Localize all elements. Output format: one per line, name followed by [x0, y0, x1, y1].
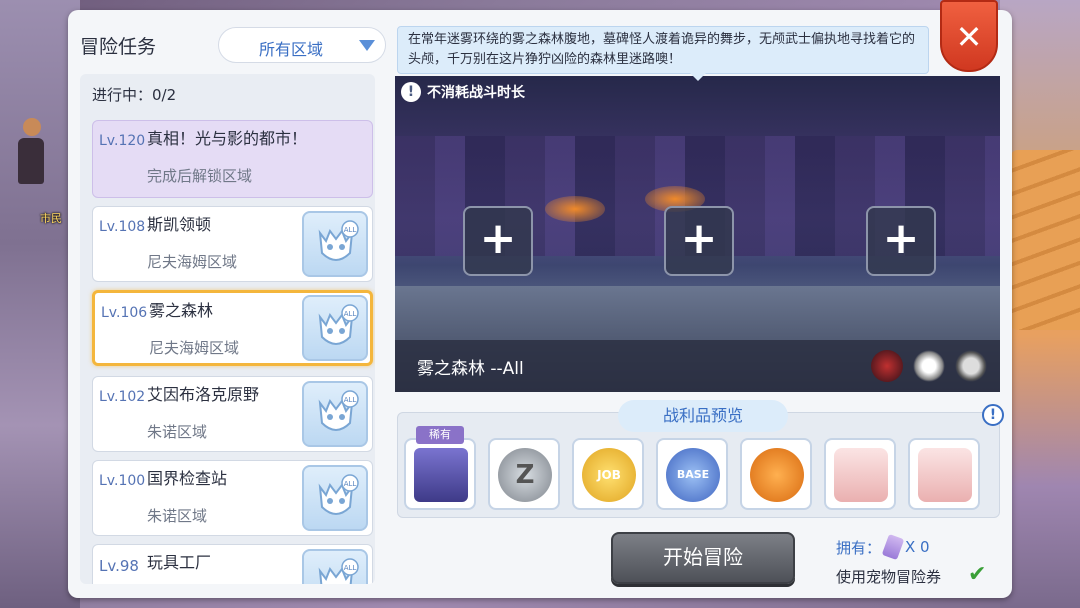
difficulty-label: ALL	[344, 564, 357, 572]
map-preview: ! 不消耗战斗时长 + + + 雾之森林 --All	[395, 76, 1000, 392]
quest-level: Lv.120	[99, 133, 146, 149]
quest-level: Lv.102	[99, 389, 146, 405]
difficulty-label: ALL	[344, 396, 357, 404]
chevron-down-icon	[359, 40, 375, 51]
party-slot-2[interactable]: +	[664, 206, 734, 276]
quest-level: Lv.98	[99, 557, 139, 575]
ticket-icon	[881, 533, 905, 561]
quest-area: 朱诺区域	[147, 507, 208, 525]
quest-item-selected[interactable]: Lv.106 雾之森林 尼夫海姆区域 ALL	[92, 290, 373, 366]
ticket-owned: 拥有： X 0	[836, 533, 930, 561]
card-scroll-icon	[834, 448, 888, 502]
loot-item[interactable]	[824, 438, 896, 510]
difficulty-all-icon: ALL	[302, 381, 368, 447]
dark-orb-icon[interactable]	[871, 350, 903, 382]
card-scroll-icon	[918, 448, 972, 502]
difficulty-all-icon: ALL	[302, 211, 368, 277]
quest-item[interactable]: Lv.102 艾因布洛克原野 朱诺区域 ALL	[92, 376, 373, 452]
notice: ! 不消耗战斗时长	[401, 82, 525, 102]
rare-badge: 稀有	[416, 426, 464, 444]
loot-item[interactable]: Z	[488, 438, 560, 510]
loot-item[interactable]	[740, 438, 812, 510]
quest-level: Lv.108	[99, 219, 146, 235]
own-label: 拥有：	[836, 538, 882, 557]
quest-item[interactable]: Lv.100 国界检查站 朱诺区域 ALL	[92, 460, 373, 536]
info-icon: !	[401, 82, 421, 102]
difficulty-label: ALL	[344, 226, 357, 234]
quest-item-locked[interactable]: Lv.120 真相！光与影的都市！ 完成后解锁区域	[92, 120, 373, 198]
difficulty-label: ALL	[344, 310, 357, 318]
loot-info-icon[interactable]: !	[982, 404, 1004, 426]
region-filter-dropdown[interactable]: 所有区域	[218, 27, 386, 63]
quest-area: 朱诺区域	[147, 423, 208, 441]
use-pet-ticket-checkbox[interactable]: ✔	[968, 562, 992, 587]
npc-label: 市民	[40, 212, 62, 225]
difficulty-label: ALL	[344, 480, 357, 488]
use-pet-ticket-label: 使用宠物冒险券	[836, 568, 942, 586]
difficulty-all-icon: ALL	[302, 549, 368, 584]
difficulty-all-icon: ALL	[302, 295, 368, 361]
quest-name: 雾之森林	[149, 301, 214, 320]
party-slot-1[interactable]: +	[463, 206, 533, 276]
quest-item[interactable]: Lv.98 玩具工厂 ALL	[92, 544, 373, 584]
close-button[interactable]: ✕	[940, 0, 998, 72]
quest-name: 真相！光与影的都市！	[147, 129, 308, 148]
region-filter-label: 所有区域	[259, 40, 324, 59]
quest-area: 尼夫海姆区域	[149, 339, 240, 357]
quest-name: 国界检查站	[147, 469, 228, 488]
loot-preview-title: 战利品预览	[618, 400, 788, 432]
quest-level: Lv.100	[99, 473, 146, 489]
own-count: X 0	[905, 538, 930, 556]
description-tail	[690, 73, 706, 81]
start-adventure-button[interactable]: 开始冒险	[611, 532, 795, 584]
npc-character	[18, 118, 46, 188]
quest-name: 斯凯领顿	[147, 215, 212, 234]
quest-item[interactable]: Lv.108 斯凯领顿 尼夫海姆区域 ALL	[92, 206, 373, 282]
eye-emblem-icon[interactable]	[913, 350, 945, 382]
quest-name: 艾因布洛克原野	[147, 385, 260, 404]
treasure-chest-icon	[414, 448, 468, 502]
quest-progress: 进行中：0/2	[92, 86, 177, 104]
difficulty-all-icon: ALL	[302, 465, 368, 531]
quest-name: 玩具工厂	[147, 553, 212, 572]
base-exp-icon: BASE	[666, 448, 720, 502]
job-exp-icon: JOB	[582, 448, 636, 502]
background-roof	[1010, 150, 1080, 330]
quest-area: 完成后解锁区域	[147, 167, 253, 185]
loot-item[interactable]	[404, 438, 476, 510]
loot-item[interactable]: JOB	[572, 438, 644, 510]
quest-level: Lv.106	[101, 305, 148, 321]
map-name: 雾之森林 --All	[417, 359, 524, 379]
quest-list[interactable]: 进行中：0/2 Lv.120 真相！光与影的都市！ 完成后解锁区域 Lv.108…	[80, 74, 375, 584]
lantern-glow	[545, 196, 605, 222]
quest-area: 尼夫海姆区域	[147, 253, 238, 271]
panel-title: 冒险任务	[80, 36, 157, 58]
zeny-coin-icon: Z	[498, 448, 552, 502]
loot-item[interactable]: BASE	[656, 438, 728, 510]
quest-description: 在常年迷雾环绕的雾之森林腹地，墓碑怪人渡着诡异的舞步，无颅武士偏执地寻找着它的头…	[397, 26, 929, 74]
loot-item[interactable]	[908, 438, 980, 510]
notice-text: 不消耗战斗时长	[427, 85, 525, 101]
pumpkin-icon	[750, 448, 804, 502]
skull-badge-icon[interactable]	[955, 350, 987, 382]
party-slot-3[interactable]: +	[866, 206, 936, 276]
scene-info-bar: 雾之森林 --All	[395, 340, 1000, 392]
